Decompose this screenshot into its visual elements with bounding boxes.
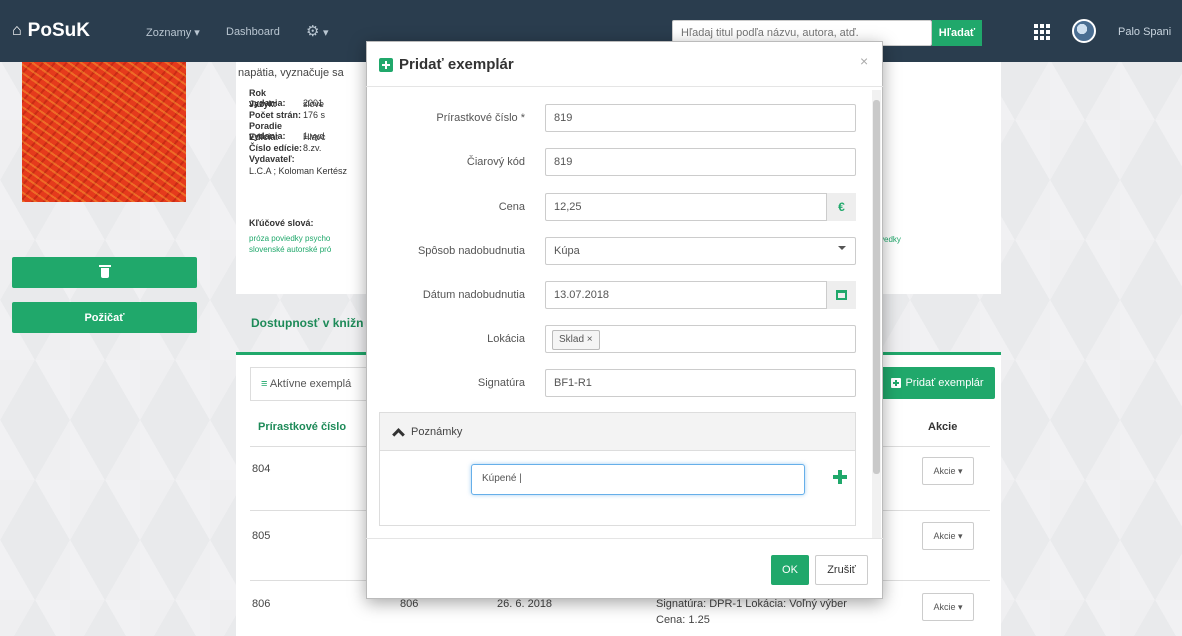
- meta-language: Jazyk: slove: [249, 99, 325, 109]
- book-cover-image: [22, 62, 186, 202]
- row-806-barcode: 806: [400, 598, 419, 610]
- row-804-number: 804: [252, 463, 271, 475]
- keywords-label: Kľúčové slová:: [249, 218, 314, 228]
- modal-scrollbar-thumb[interactable]: [873, 100, 880, 474]
- apps-grid-icon[interactable]: [1034, 24, 1050, 40]
- meta-series: Edícia: Hlavc: [249, 132, 326, 142]
- signature-input[interactable]: BF1-R1: [545, 369, 856, 397]
- row-806-price: Cena: 1.25: [656, 614, 710, 626]
- plus-square-icon: [379, 57, 393, 72]
- add-note-plus-icon[interactable]: [833, 470, 847, 484]
- calendar-button[interactable]: [826, 281, 856, 309]
- cancel-button[interactable]: Zrušiť: [815, 555, 868, 585]
- meta-publisher: L.C.A ; Koloman Kertész: [249, 166, 348, 176]
- chevron-up-icon: [392, 427, 405, 441]
- settings-caret[interactable]: ▾: [323, 26, 329, 39]
- list-icon: ≡: [261, 378, 268, 390]
- column-actions: Akcie: [928, 421, 958, 433]
- row-806-date: 26. 6. 2018: [497, 598, 553, 610]
- meta-pages: Počet strán: 176 s: [249, 110, 326, 120]
- trash-icon: [98, 264, 111, 278]
- barcode-input[interactable]: 819: [545, 148, 856, 176]
- user-avatar[interactable]: [1072, 19, 1096, 43]
- column-accession-number[interactable]: Prírastkové číslo: [258, 421, 346, 433]
- location-label: Lokácia: [487, 333, 525, 345]
- keywords-line-2[interactable]: slovenské autorské pró: [249, 245, 331, 254]
- accession-number-label: Prírastkové číslo *: [436, 112, 525, 124]
- nav-lists-menu[interactable]: Zoznamy ▾: [146, 26, 200, 39]
- row-804-actions-button[interactable]: Akcie ▾: [922, 457, 974, 485]
- meta-publisher-label: Vydavateľ:: [249, 154, 295, 164]
- acquisition-method-label: Spôsob nadobudnutia: [417, 245, 525, 257]
- accession-number-input[interactable]: 819: [545, 104, 856, 132]
- settings-gear-icon[interactable]: ⚙: [306, 22, 319, 40]
- brand-logo[interactable]: ⌂ PoSuK: [12, 20, 90, 42]
- home-icon: ⌂: [12, 22, 22, 39]
- availability-heading: Dostupnosť v knižn: [251, 316, 364, 330]
- price-label: Cena: [498, 201, 525, 213]
- plus-icon: [891, 378, 902, 388]
- ok-button[interactable]: OK: [771, 555, 809, 585]
- chevron-down-icon: [838, 246, 846, 250]
- search-button[interactable]: Hľadať: [932, 20, 982, 46]
- acquisition-date-label: Dátum nadobudnutia: [422, 289, 525, 301]
- modal-close-icon[interactable]: ×: [860, 53, 868, 69]
- acquisition-method-select[interactable]: Kúpa: [545, 237, 856, 265]
- modal-header-divider: [366, 86, 883, 87]
- user-name[interactable]: Palo Spani: [1118, 26, 1171, 38]
- row-805-number: 805: [252, 530, 271, 542]
- barcode-label: Čiarový kód: [466, 156, 525, 168]
- borrow-button[interactable]: Požičať: [12, 302, 197, 333]
- add-copy-button[interactable]: Pridať exemplár: [880, 367, 995, 399]
- book-description: napätia, vyznačuje sa: [238, 67, 344, 79]
- keywords-line-1[interactable]: próza poviedky psycho: [249, 234, 330, 243]
- note-textarea[interactable]: Kúpené |: [471, 464, 805, 495]
- location-tag-sklad[interactable]: Sklad ×: [552, 330, 600, 350]
- meta-series-number: Číslo edície:8.zv.: [249, 143, 322, 153]
- price-input[interactable]: 12,25: [545, 193, 856, 221]
- modal-footer-divider: [366, 538, 883, 539]
- row-806-info: Signatúra: DPR-1 Lokácia: Voľný výber: [656, 598, 847, 610]
- row-805-actions-button[interactable]: Akcie ▾: [922, 522, 974, 550]
- signature-label: Signatúra: [477, 377, 525, 389]
- notes-toggle[interactable]: Poznámky: [380, 413, 855, 451]
- modal-title: Pridať exemplár: [379, 56, 514, 73]
- tab-active-copies[interactable]: ≡ Aktívne exemplá: [250, 367, 370, 401]
- delete-button[interactable]: [12, 257, 197, 288]
- euro-icon: €: [826, 193, 856, 221]
- row-806-actions-button[interactable]: Akcie ▾: [922, 593, 974, 621]
- acquisition-date-input[interactable]: 13.07.2018: [545, 281, 856, 309]
- nav-dashboard[interactable]: Dashboard: [226, 26, 280, 38]
- keywords-right[interactable]: vedky: [880, 235, 901, 244]
- calendar-icon: [836, 290, 847, 300]
- row-806-number: 806: [252, 598, 271, 610]
